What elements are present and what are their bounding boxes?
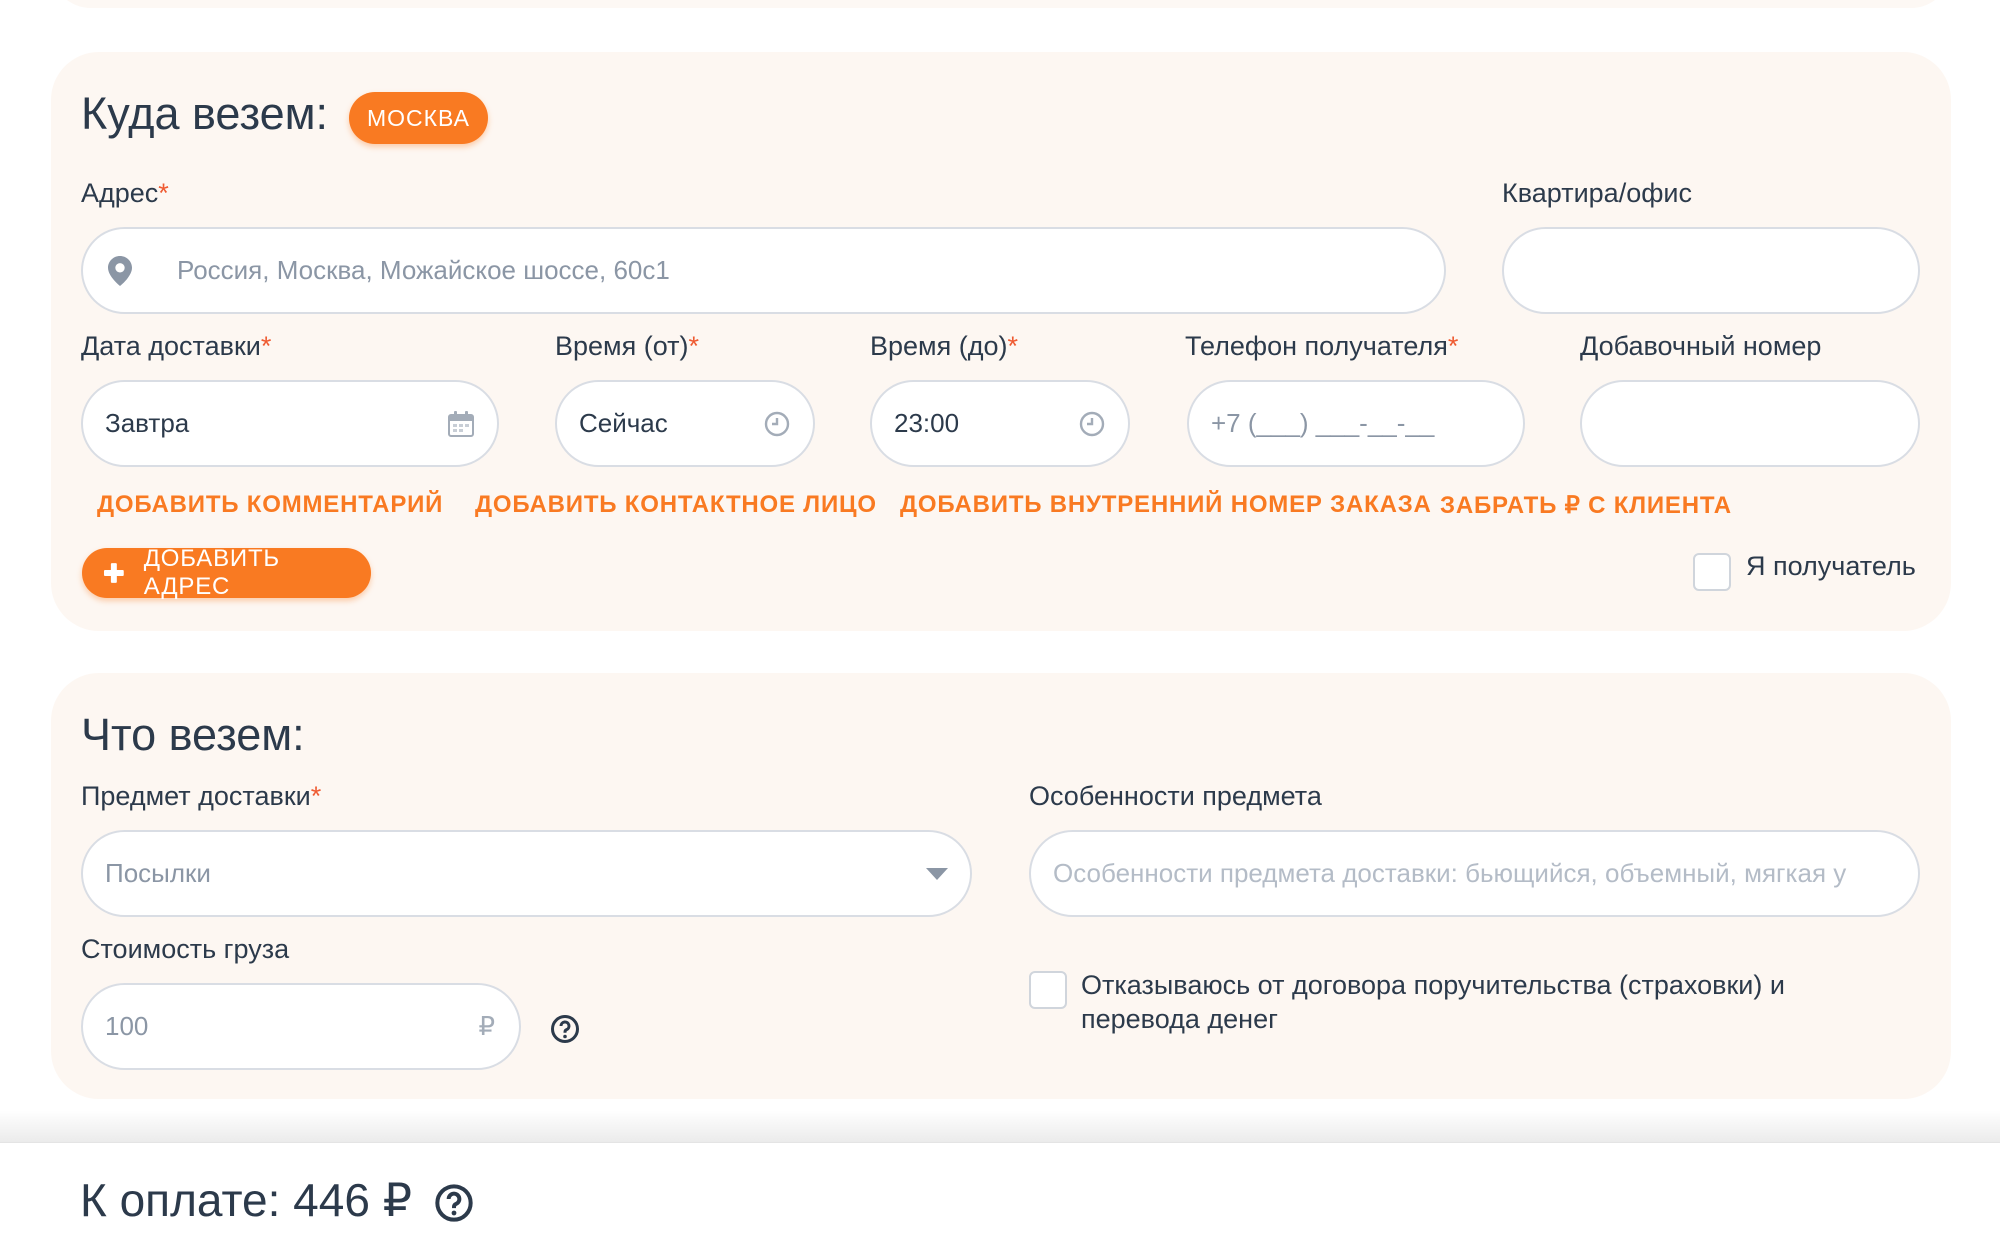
chevron-down-icon [926, 867, 948, 880]
address-input[interactable]: Россия, Москва, Можайское шоссе, 60с1 [81, 227, 1446, 314]
address-label: Адрес* [81, 178, 169, 208]
clock-icon [1079, 411, 1105, 436]
destination-title: Куда везем: [81, 88, 329, 139]
insurance-waiver-label: Отказываюсь от договора поручительства (… [1081, 970, 1785, 1034]
cost-input[interactable]: 100 ₽ [81, 983, 521, 1070]
add-address-button[interactable]: ДОБАВИТЬ АДРЕС [82, 545, 371, 600]
collect-cash-link[interactable]: ЗАБРАТЬ ₽ С КЛИЕНТА [1440, 491, 1732, 520]
add-contact-link[interactable]: ДОБАВИТЬ КОНТАКТНОЕ ЛИЦО [475, 491, 877, 519]
help-icon[interactable] [434, 1183, 474, 1223]
time-from-input[interactable]: Сейчас [555, 380, 815, 467]
ruble-sign: ₽ [478, 1011, 495, 1041]
payment-footer: К оплате: 446 ₽ [0, 1142, 2000, 1251]
phone-input[interactable]: +7 (___) ___-__-__ [1187, 380, 1525, 467]
clock-icon [764, 411, 790, 436]
help-icon[interactable] [550, 1014, 580, 1044]
footer-shadow [0, 1110, 2000, 1142]
date-label: Дата доставки* [81, 331, 272, 361]
address-placeholder: Россия, Москва, Можайское шоссе, 60с1 [177, 255, 670, 285]
item-label: Предмет доставки* [81, 781, 322, 811]
extension-input[interactable] [1580, 380, 1920, 467]
cargo-title: Что везем: [81, 709, 305, 760]
location-pin-icon [108, 255, 132, 286]
cost-label: Стоимость груза [81, 934, 290, 964]
time-from-label: Время (от)* [555, 331, 700, 361]
features-input[interactable]: Особенности предмета доставки: бьющийся,… [1029, 830, 1920, 917]
extension-label: Добавочный номер [1580, 331, 1822, 361]
features-label: Особенности предмета [1029, 781, 1322, 811]
total-to-pay: К оплате: 446 ₽ [80, 1174, 412, 1226]
time-to-input[interactable]: 23:00 [870, 380, 1130, 467]
plus-icon [103, 563, 124, 583]
time-to-label: Время (до)* [870, 331, 1018, 361]
i-am-recipient-label: Я получатель [1746, 551, 1916, 581]
cargo-card: Что везем: Предмет доставки* Особенности… [51, 673, 1951, 1099]
add-order-number-link[interactable]: ДОБАВИТЬ ВНУТРЕННИЙ НОМЕР ЗАКАЗА [900, 491, 1432, 519]
phone-label: Телефон получателя* [1185, 331, 1459, 361]
apartment-input[interactable] [1502, 227, 1920, 314]
date-input[interactable]: Завтра [81, 380, 499, 467]
city-badge[interactable]: МОСКВА [349, 92, 488, 144]
add-comment-link[interactable]: ДОБАВИТЬ КОММЕНТАРИЙ [97, 491, 443, 519]
i-am-recipient-checkbox[interactable] [1693, 553, 1731, 591]
apartment-label: Квартира/офис [1502, 178, 1693, 208]
insurance-waiver-checkbox[interactable] [1029, 971, 1067, 1009]
item-select[interactable]: Посылки [81, 830, 972, 917]
previous-card-edge [51, 0, 1951, 8]
calendar-icon [448, 410, 474, 437]
